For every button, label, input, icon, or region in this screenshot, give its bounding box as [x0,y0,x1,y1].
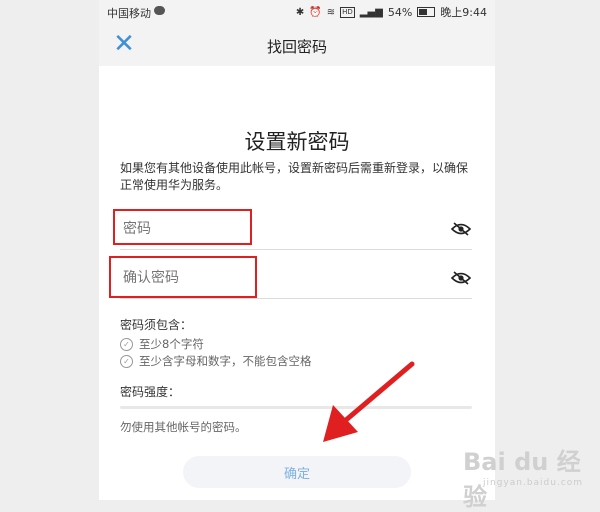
watermark-url: jingyan.baidu.com [483,478,584,488]
watermark: Bai du 经验 jingyan.baidu.com [455,430,600,511]
watermark-brand: Bai du 经验 [463,448,581,511]
annotation-arrow [323,361,415,442]
